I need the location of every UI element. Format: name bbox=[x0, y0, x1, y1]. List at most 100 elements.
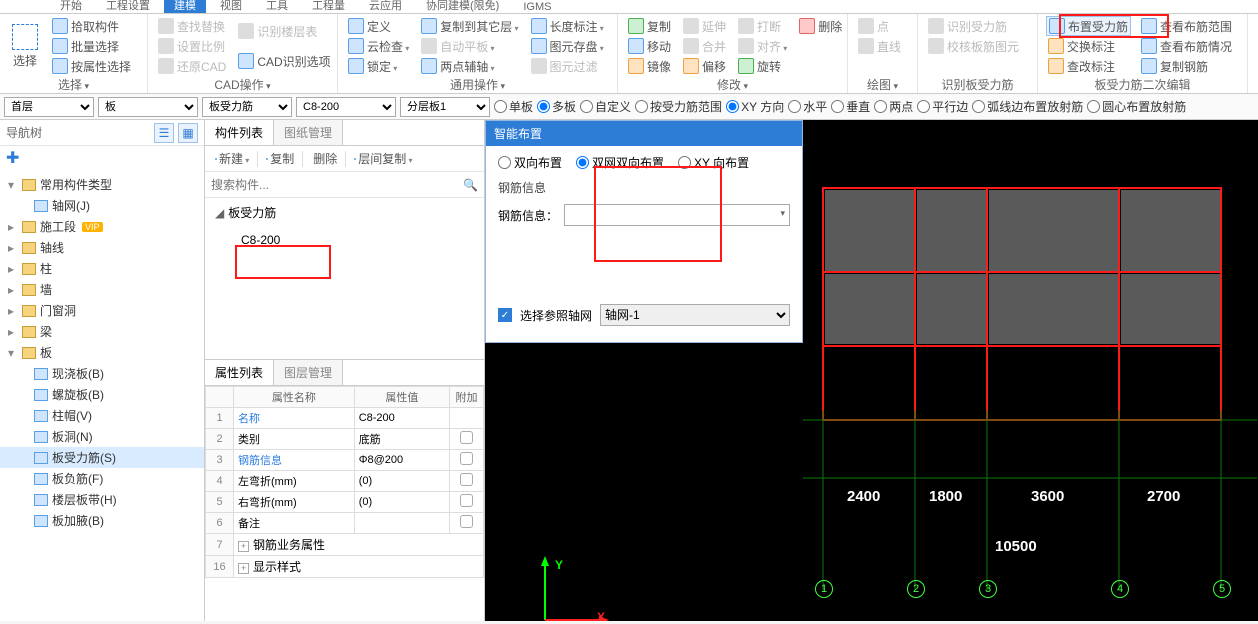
copy-button[interactable]: 复制 bbox=[260, 149, 300, 169]
tree-beam[interactable]: ▸梁 bbox=[0, 321, 204, 342]
tree-slab-haunch[interactable]: 板加腋(B) bbox=[0, 510, 204, 531]
table-row[interactable]: 7+钢筋业务属性 bbox=[206, 534, 484, 556]
category-select[interactable]: 板 bbox=[98, 97, 198, 117]
tree-cast-slab[interactable]: 现浇板(B) bbox=[0, 363, 204, 384]
opt-2way[interactable]: 双向布置 bbox=[498, 154, 562, 171]
tab-collab[interactable]: 协同建模(限免) bbox=[416, 0, 509, 13]
tab-model[interactable]: 建模 bbox=[164, 0, 206, 13]
tab-qty[interactable]: 工程量 bbox=[302, 0, 355, 13]
tab-layers[interactable]: 图层管理 bbox=[274, 360, 343, 385]
cloud-check[interactable]: 云检查 bbox=[346, 36, 411, 56]
tree-construction[interactable]: ▸施工段VIP bbox=[0, 216, 204, 237]
elem-save[interactable]: 图元存盘 bbox=[529, 36, 606, 56]
axis-marker-5: 5 bbox=[1213, 580, 1231, 598]
tree-slab-neg[interactable]: 板负筋(F) bbox=[0, 468, 204, 489]
table-row[interactable]: 3钢筋信息Φ8@200 bbox=[206, 450, 484, 471]
rebar-info-input[interactable] bbox=[564, 204, 790, 226]
radio-multi[interactable]: 多板 bbox=[537, 98, 576, 115]
list-view-icon[interactable]: ☰ bbox=[154, 123, 174, 143]
axis-checkbox[interactable]: ✓ bbox=[498, 308, 512, 322]
radio-vert[interactable]: 垂直 bbox=[831, 98, 870, 115]
view-rebar-status[interactable]: 查看布筋情况 bbox=[1139, 36, 1234, 56]
search-box[interactable]: 🔍 bbox=[205, 172, 484, 198]
arrange-rebar[interactable]: 布置受力筋 bbox=[1046, 16, 1131, 36]
table-row[interactable]: 6备注 bbox=[206, 513, 484, 534]
radio-by-range[interactable]: 按受力筋范围 bbox=[635, 98, 722, 115]
tab-view[interactable]: 视图 bbox=[210, 0, 252, 13]
layer-copy-button[interactable]: 层间复制 bbox=[348, 149, 418, 169]
spec-select[interactable]: C8-200 bbox=[296, 97, 396, 117]
tree-grid[interactable]: 轴网(J) bbox=[0, 195, 204, 216]
axis-check-label: 选择参照轴网 bbox=[520, 307, 592, 324]
radio-arc[interactable]: 弧线边布置放射筋 bbox=[972, 98, 1083, 115]
search-icon[interactable]: 🔍 bbox=[463, 178, 478, 192]
tab-igms[interactable]: IGMS bbox=[513, 1, 561, 13]
canvas-area[interactable]: 智能布置 双向布置 双网双向布置 XY 向布置 钢筋信息 钢筋信息： ✓ 选择参… bbox=[485, 120, 1258, 621]
move[interactable]: 移动 bbox=[626, 36, 673, 56]
radio-custom[interactable]: 自定义 bbox=[580, 98, 631, 115]
list-group[interactable]: ◢板受力筋 bbox=[211, 202, 478, 223]
tree-column[interactable]: ▸柱 bbox=[0, 258, 204, 279]
table-row[interactable]: 16+显示样式 bbox=[206, 556, 484, 578]
tab-proj[interactable]: 工程设置 bbox=[96, 0, 160, 13]
opt-dblnet[interactable]: 双网双向布置 bbox=[576, 154, 664, 171]
length-dim[interactable]: 长度标注 bbox=[529, 16, 606, 36]
radio-center[interactable]: 圆心布置放射筋 bbox=[1087, 98, 1186, 115]
tree-wall[interactable]: ▸墙 bbox=[0, 279, 204, 300]
delete-button[interactable]: 删除 bbox=[305, 149, 343, 169]
tree-common[interactable]: ▾常用构件类型 bbox=[0, 174, 204, 195]
tab-drawing-mgmt[interactable]: 图纸管理 bbox=[274, 120, 343, 145]
select-button[interactable]: 选择 bbox=[4, 16, 46, 76]
rotate[interactable]: 旋转 bbox=[736, 56, 789, 76]
select-by-prop[interactable]: 按属性选择 bbox=[50, 56, 133, 76]
grid-view-icon[interactable]: ▦ bbox=[178, 123, 198, 143]
pick-component[interactable]: 拾取构件 bbox=[50, 16, 133, 36]
two-point-axis[interactable]: 两点辅轴 bbox=[419, 56, 520, 76]
radio-2pt[interactable]: 两点 bbox=[874, 98, 913, 115]
tree-axis[interactable]: ▸轴线 bbox=[0, 237, 204, 258]
radio-xy[interactable]: XY 方向 bbox=[726, 98, 784, 115]
table-row[interactable]: 5右弯折(mm)(0) bbox=[206, 492, 484, 513]
search-input[interactable] bbox=[211, 178, 463, 192]
tree-slab[interactable]: ▾板 bbox=[0, 342, 204, 363]
type-select[interactable]: 板受力筋 bbox=[202, 97, 292, 117]
radio-parallel[interactable]: 平行边 bbox=[917, 98, 968, 115]
y-axis-label: Y bbox=[555, 558, 563, 572]
batch-select[interactable]: 批量选择 bbox=[50, 36, 133, 56]
copy[interactable]: 复制 bbox=[626, 16, 673, 36]
radio-single[interactable]: 单板 bbox=[494, 98, 533, 115]
table-row[interactable]: 4左弯折(mm)(0) bbox=[206, 471, 484, 492]
add-icon[interactable]: ✚ bbox=[0, 146, 204, 170]
new-button[interactable]: 新建 bbox=[209, 149, 255, 169]
table-row[interactable]: 2类别底筋 bbox=[206, 429, 484, 450]
radio-horiz[interactable]: 水平 bbox=[788, 98, 827, 115]
tab-comp-list[interactable]: 构件列表 bbox=[205, 120, 274, 145]
mirror[interactable]: 镜像 bbox=[626, 56, 673, 76]
offset[interactable]: 偏移 bbox=[681, 56, 728, 76]
view-rebar-range[interactable]: 查看布筋范围 bbox=[1139, 16, 1234, 36]
lock[interactable]: 锁定 bbox=[346, 56, 411, 76]
tree-slab-hole[interactable]: 板洞(N) bbox=[0, 426, 204, 447]
edit-annot[interactable]: 查改标注 bbox=[1046, 56, 1131, 76]
tab-props[interactable]: 属性列表 bbox=[205, 360, 274, 385]
list-item-c8[interactable]: C8-200 bbox=[233, 229, 478, 251]
tree-cap[interactable]: 柱帽(V) bbox=[0, 405, 204, 426]
tab-cloud[interactable]: 云应用 bbox=[359, 0, 412, 13]
delete[interactable]: 删除 bbox=[797, 16, 844, 36]
tree-floor-strip[interactable]: 楼层板带(H) bbox=[0, 489, 204, 510]
opt-xy[interactable]: XY 向布置 bbox=[678, 154, 749, 171]
tree-opening[interactable]: ▸门窗洞 bbox=[0, 300, 204, 321]
tree-spiral-slab[interactable]: 螺旋板(B) bbox=[0, 384, 204, 405]
layer-select[interactable]: 分层板1 bbox=[400, 97, 490, 117]
floor-select[interactable]: 首层 bbox=[4, 97, 94, 117]
tree-slab-rebar[interactable]: 板受力筋(S) bbox=[0, 447, 204, 468]
copy-to-other-floor[interactable]: 复制到其它层 bbox=[419, 16, 520, 36]
axis-select[interactable]: 轴网-1 bbox=[600, 304, 790, 326]
tab-tool[interactable]: 工具 bbox=[256, 0, 298, 13]
copy-rebar[interactable]: 复制钢筋 bbox=[1139, 56, 1234, 76]
tab-start[interactable]: 开始 bbox=[50, 0, 92, 13]
define[interactable]: 定义 bbox=[346, 16, 411, 36]
cad-recog-options[interactable]: CAD识别选项 bbox=[236, 51, 332, 71]
table-row[interactable]: 1名称C8-200 bbox=[206, 408, 484, 429]
swap-annot[interactable]: 交换标注 bbox=[1046, 36, 1131, 56]
